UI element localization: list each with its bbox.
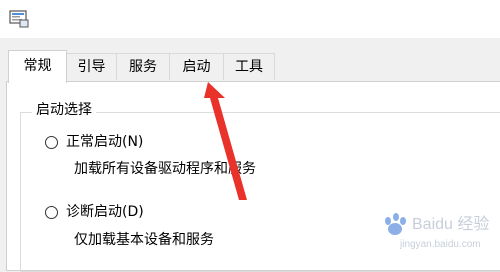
diagnostic-startup-radio[interactable]	[45, 205, 58, 219]
group-title: 启动选择	[32, 101, 96, 119]
tab-strip: 常规 引导 服务 启动 工具	[0, 50, 500, 83]
diagnostic-startup-description: 仅加载基本设备和服务	[74, 232, 214, 248]
window-titlebar	[0, 0, 500, 38]
normal-startup-description: 加载所有设备驱动程序和服务	[74, 161, 256, 177]
tab-tools[interactable]: 工具	[223, 53, 275, 80]
tab-startup[interactable]: 启动	[169, 53, 224, 80]
diagnostic-startup-label: 诊断启动(D)	[66, 204, 144, 220]
tab-services[interactable]: 服务	[116, 53, 170, 80]
watermark-text: Baidu 经验	[412, 215, 489, 233]
normal-startup-option[interactable]: 正常启动(N)	[45, 132, 143, 152]
system-configuration-icon	[9, 10, 29, 28]
watermark-subtext: jingyan.baidu.com	[399, 239, 481, 250]
baidu-jingyan-watermark: Baidu 经验 jingyan.baidu.com	[385, 213, 489, 250]
tab-boot[interactable]: 引导	[66, 53, 117, 80]
diagnostic-startup-option[interactable]: 诊断启动(D)	[45, 202, 144, 222]
tab-general[interactable]: 常规	[8, 50, 67, 83]
normal-startup-radio[interactable]	[45, 135, 58, 149]
normal-startup-label: 正常启动(N)	[66, 134, 144, 150]
